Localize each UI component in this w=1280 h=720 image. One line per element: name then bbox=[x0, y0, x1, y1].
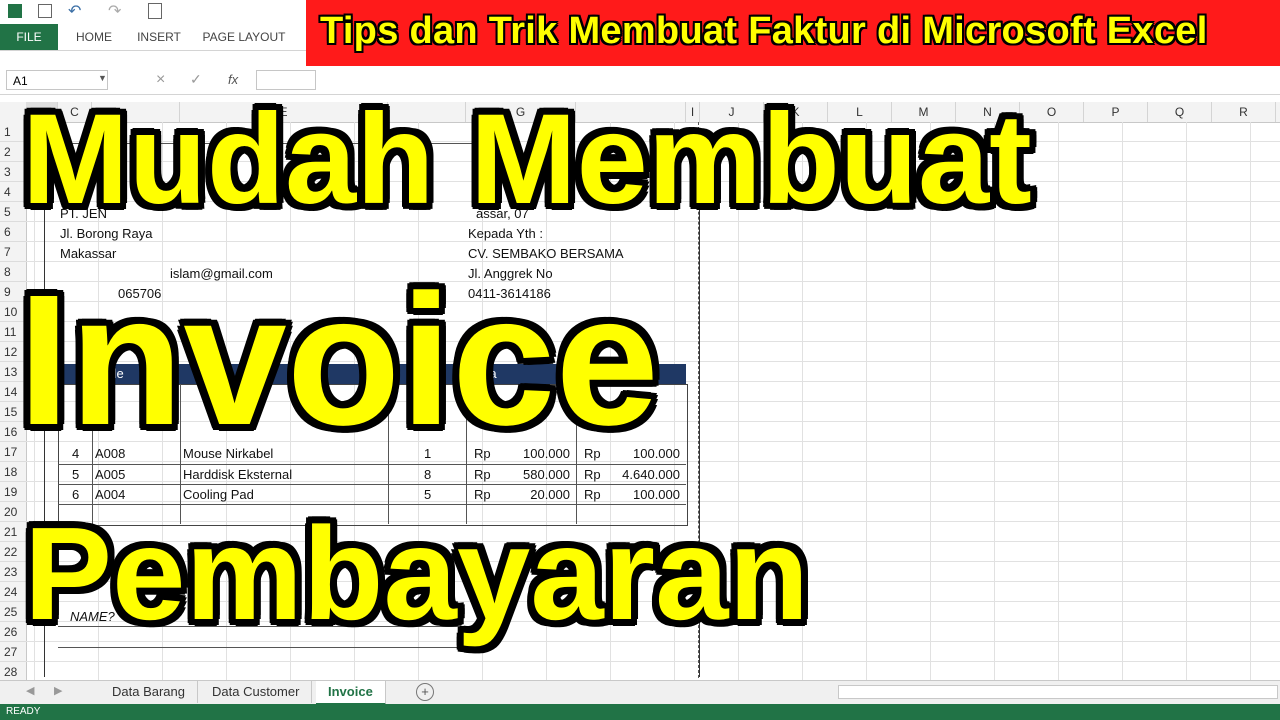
tab-page-layout[interactable]: PAGE LAYOUT bbox=[196, 24, 292, 50]
title-banner: Tips dan Trik Membuat Faktur di Microsof… bbox=[306, 0, 1280, 72]
item-total: 4.640.000 bbox=[622, 467, 680, 482]
excel-logo-icon bbox=[8, 4, 22, 18]
item-no: 5 bbox=[72, 467, 80, 482]
row-header[interactable]: 19 bbox=[0, 482, 26, 502]
overlay-title-line2: Invoice bbox=[18, 257, 659, 464]
sheet-tab-data-barang[interactable]: Data Barang bbox=[100, 681, 198, 703]
overlay-title-line3: Pembayaran bbox=[24, 500, 810, 647]
row-header[interactable]: 20 bbox=[0, 502, 26, 522]
sheet-tab-invoice[interactable]: Invoice bbox=[316, 681, 386, 705]
overlay-title-line1: Mudah Membuat bbox=[22, 88, 1032, 231]
row-header[interactable]: 25 bbox=[0, 602, 26, 622]
print-preview-icon[interactable] bbox=[148, 3, 162, 19]
sheet-tab-bar: ◀ ▶ Data Barang Data Customer Invoice + bbox=[0, 680, 1280, 705]
add-sheet-icon[interactable]: + bbox=[416, 683, 434, 701]
column-header[interactable]: P bbox=[1084, 102, 1148, 122]
tab-home[interactable]: HOME bbox=[66, 24, 122, 50]
tab-file[interactable]: FILE bbox=[0, 24, 58, 50]
formula-input[interactable] bbox=[256, 70, 316, 90]
horizontal-scrollbar[interactable] bbox=[838, 685, 1278, 699]
tab-insert[interactable]: INSERT bbox=[130, 24, 188, 50]
banner-text: Tips dan Trik Membuat Faktur di Microsof… bbox=[320, 10, 1208, 52]
item-qty: 8 bbox=[424, 467, 432, 482]
status-text: READY bbox=[6, 706, 41, 717]
save-icon[interactable] bbox=[38, 4, 52, 18]
redo-icon[interactable]: ↷ bbox=[108, 1, 121, 21]
column-header[interactable]: Q bbox=[1148, 102, 1212, 122]
cancel-icon[interactable]: × bbox=[156, 71, 165, 89]
row-header[interactable]: 24 bbox=[0, 582, 26, 602]
row-header[interactable]: 18 bbox=[0, 462, 26, 482]
chevron-down-icon[interactable]: ▼ bbox=[98, 73, 107, 83]
column-header[interactable]: R bbox=[1212, 102, 1276, 122]
row-header[interactable]: 28 bbox=[0, 662, 26, 682]
undo-icon[interactable]: ↶ bbox=[68, 1, 81, 21]
sheet-tab-data-customer[interactable]: Data Customer bbox=[200, 681, 313, 703]
scroll-left-icon[interactable]: ◀ bbox=[26, 684, 34, 697]
row-header[interactable]: 27 bbox=[0, 642, 26, 662]
row-header[interactable]: 21 bbox=[0, 522, 26, 542]
name-box[interactable]: A1 bbox=[6, 70, 108, 90]
status-bar: READY bbox=[0, 704, 1280, 720]
item-rp: Rp bbox=[474, 467, 491, 482]
row-header[interactable]: 23 bbox=[0, 562, 26, 582]
row-header[interactable]: 26 bbox=[0, 622, 26, 642]
fx-icon[interactable]: fx bbox=[228, 72, 238, 87]
item-name: Harddisk Eksternal bbox=[183, 467, 293, 482]
enter-icon[interactable]: ✓ bbox=[190, 71, 202, 88]
scroll-right-icon[interactable]: ▶ bbox=[54, 684, 62, 697]
row-header[interactable]: 22 bbox=[0, 542, 26, 562]
item-price: 580.000 bbox=[523, 467, 570, 482]
item-code: A005 bbox=[95, 467, 126, 482]
item-rp2: Rp bbox=[584, 467, 601, 482]
